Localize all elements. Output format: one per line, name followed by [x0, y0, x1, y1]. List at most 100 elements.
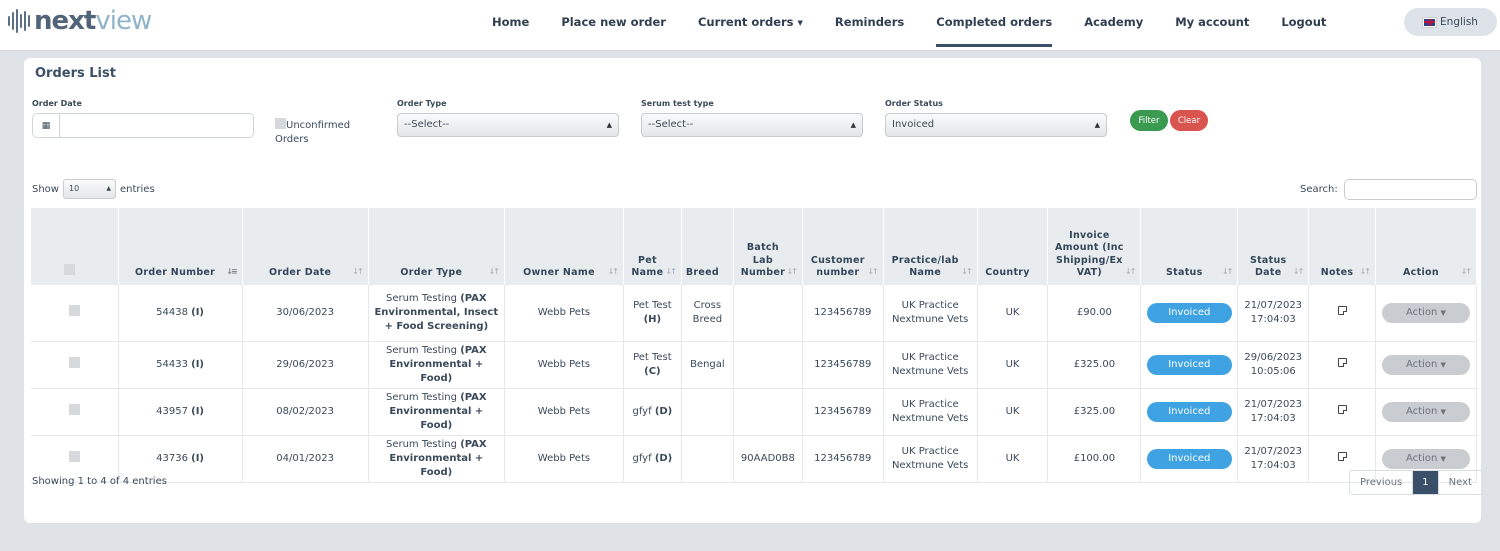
row-select-cell[interactable]	[31, 285, 119, 342]
nav-home[interactable]: Home	[492, 0, 529, 47]
order-number-cell[interactable]: 43736 (I)	[118, 435, 243, 483]
row-checkbox[interactable]	[68, 403, 80, 415]
note-icon[interactable]	[1337, 451, 1347, 461]
previous-page-button[interactable]: Previous	[1350, 471, 1414, 494]
next-page-button[interactable]: Next	[1437, 471, 1482, 494]
col-order-date[interactable]: Order Date ↓↑	[242, 208, 369, 285]
row-select-cell[interactable]	[31, 435, 119, 483]
entries-label: entries	[119, 183, 155, 195]
customer-number-cell: 123456789	[802, 435, 884, 483]
practice-name-cell: UK Practice Nextmune Vets	[883, 341, 978, 389]
col-customer-number[interactable]: Customer number ↓↑	[802, 208, 884, 285]
row-checkbox[interactable]	[68, 450, 80, 462]
status-cell: Invoiced	[1140, 341, 1239, 389]
col-status[interactable]: Status ↓↑	[1140, 208, 1239, 285]
batch-lab-number-cell	[733, 341, 803, 389]
status-badge: Invoiced	[1146, 302, 1232, 323]
order-date-label: Order Date	[32, 99, 82, 108]
note-icon[interactable]	[1337, 404, 1347, 414]
filter-button[interactable]: Filter	[1130, 110, 1168, 131]
col-invoice-amount[interactable]: Invoice Amount (Inc Shipping/Ex VAT) ↓↑	[1047, 208, 1142, 285]
col-practice-lab-name[interactable]: Practice/lab Name ↓↑	[883, 208, 978, 285]
nav-reminders[interactable]: Reminders	[835, 0, 904, 47]
nav-completed-orders[interactable]: Completed orders	[936, 0, 1053, 47]
checkbox-icon[interactable]	[275, 118, 286, 129]
entries-length-select[interactable]: 10 ▲	[62, 179, 116, 199]
top-navbar: nextview Home Place new order Current or…	[0, 0, 1500, 51]
page-1-button[interactable]: 1	[1413, 471, 1438, 494]
action-dropdown-button[interactable]: Action ▼	[1381, 401, 1470, 422]
action-dropdown-button[interactable]: Action ▼	[1381, 302, 1470, 323]
col-owner-name[interactable]: Owner Name ↓↑	[504, 208, 624, 285]
search-input[interactable]	[1343, 179, 1477, 200]
notes-cell[interactable]	[1308, 341, 1376, 389]
order-number-cell[interactable]: 43957 (I)	[118, 388, 243, 436]
status-date-cell: 29/06/2023 10:05:06	[1237, 341, 1310, 389]
note-icon[interactable]	[1337, 305, 1347, 315]
unconfirmed-orders-checkbox[interactable]: Unconfirmed Orders	[275, 118, 365, 147]
caret-down-icon: ▼	[1440, 360, 1446, 369]
header-label: Batch Lab Number	[740, 242, 786, 279]
breed-cell: Cross Breed	[681, 285, 734, 342]
order-number-cell[interactable]: 54433 (I)	[118, 341, 243, 389]
row-select-cell[interactable]	[31, 388, 119, 436]
batch-lab-number-cell	[733, 388, 803, 436]
row-checkbox[interactable]	[68, 304, 80, 316]
pet-name-cell: gfyf (D)	[623, 435, 682, 483]
language-selector[interactable]: English	[1404, 8, 1497, 36]
col-status-date[interactable]: Status Date ↓↑	[1237, 208, 1310, 285]
order-date-input[interactable]	[60, 114, 253, 137]
nav-academy[interactable]: Academy	[1084, 0, 1143, 47]
notes-cell[interactable]	[1308, 388, 1376, 436]
col-notes[interactable]: Notes ↓↑	[1308, 208, 1376, 285]
action-dropdown-button[interactable]: Action ▼	[1381, 354, 1470, 375]
select-all-header[interactable]	[31, 208, 119, 285]
clear-button[interactable]: Clear	[1170, 110, 1208, 131]
select-all-checkbox[interactable]	[63, 264, 75, 276]
order-date-field[interactable]: ▦	[32, 113, 254, 138]
nav-my-account[interactable]: My account	[1175, 0, 1249, 47]
col-breed[interactable]: Breed	[681, 208, 734, 285]
row-checkbox[interactable]	[68, 356, 80, 368]
order-type-cell: Serum Testing (PAX Environmental, Insect…	[368, 285, 505, 342]
nav-place-new-order[interactable]: Place new order	[561, 0, 666, 47]
order-date-cell: 04/01/2023	[242, 435, 369, 483]
order-type-prefix: Serum Testing	[385, 344, 457, 356]
nav-logout[interactable]: Logout	[1281, 0, 1326, 47]
select-arrows-icon: ▲	[606, 121, 612, 129]
order-type-cell: Serum Testing (PAX Environmental + Food)	[368, 341, 505, 389]
col-action[interactable]: Action ↓↑	[1375, 208, 1478, 285]
order-status-select[interactable]: Invoiced ▲	[885, 113, 1107, 137]
logo-bars-icon	[8, 9, 30, 33]
entries-length: Show 10 ▲ entries	[32, 179, 155, 199]
practice-name-cell: UK Practice Nextmune Vets	[883, 388, 978, 436]
header-label: Order Type	[400, 267, 463, 279]
calendar-icon[interactable]: ▦	[33, 114, 60, 137]
serum-test-type-select[interactable]: --Select-- ▲	[641, 113, 863, 137]
header-label: Breed	[685, 267, 719, 279]
batch-lab-number-cell	[733, 285, 803, 342]
order-number-cell[interactable]: 54438 (I)	[118, 285, 243, 342]
order-type-select[interactable]: --Select-- ▲	[397, 113, 619, 137]
status-time: 17:04:03	[1250, 459, 1296, 471]
notes-cell[interactable]	[1308, 285, 1376, 342]
col-batch-lab-number[interactable]: Batch Lab Number ↓↑	[733, 208, 803, 285]
col-order-type[interactable]: Order Type ↓↑	[368, 208, 505, 285]
row-select-cell[interactable]	[31, 341, 119, 389]
status-date: 21/07/2023	[1244, 445, 1303, 457]
col-order-number[interactable]: Order Number ↓≡	[118, 208, 243, 285]
entries-length-value: 10	[68, 184, 80, 193]
col-country[interactable]: Country	[977, 208, 1049, 285]
search-label: Search:	[1300, 184, 1338, 195]
action-dropdown-button[interactable]: Action ▼	[1381, 448, 1470, 469]
nextview-logo[interactable]: nextview	[8, 6, 152, 36]
order-type-prefix: Serum Testing	[385, 391, 457, 403]
note-icon[interactable]	[1337, 357, 1347, 367]
uk-flag-icon	[1422, 16, 1438, 28]
col-pet-name[interactable]: Pet Name ↓↑	[623, 208, 682, 285]
status-badge: Invoiced	[1146, 401, 1232, 422]
nav-current-orders[interactable]: Current orders ▼	[698, 0, 803, 47]
header-label: Country	[985, 267, 1030, 279]
breed-cell	[681, 435, 734, 483]
table-info: Showing 1 to 4 of 4 entries	[32, 476, 167, 487]
